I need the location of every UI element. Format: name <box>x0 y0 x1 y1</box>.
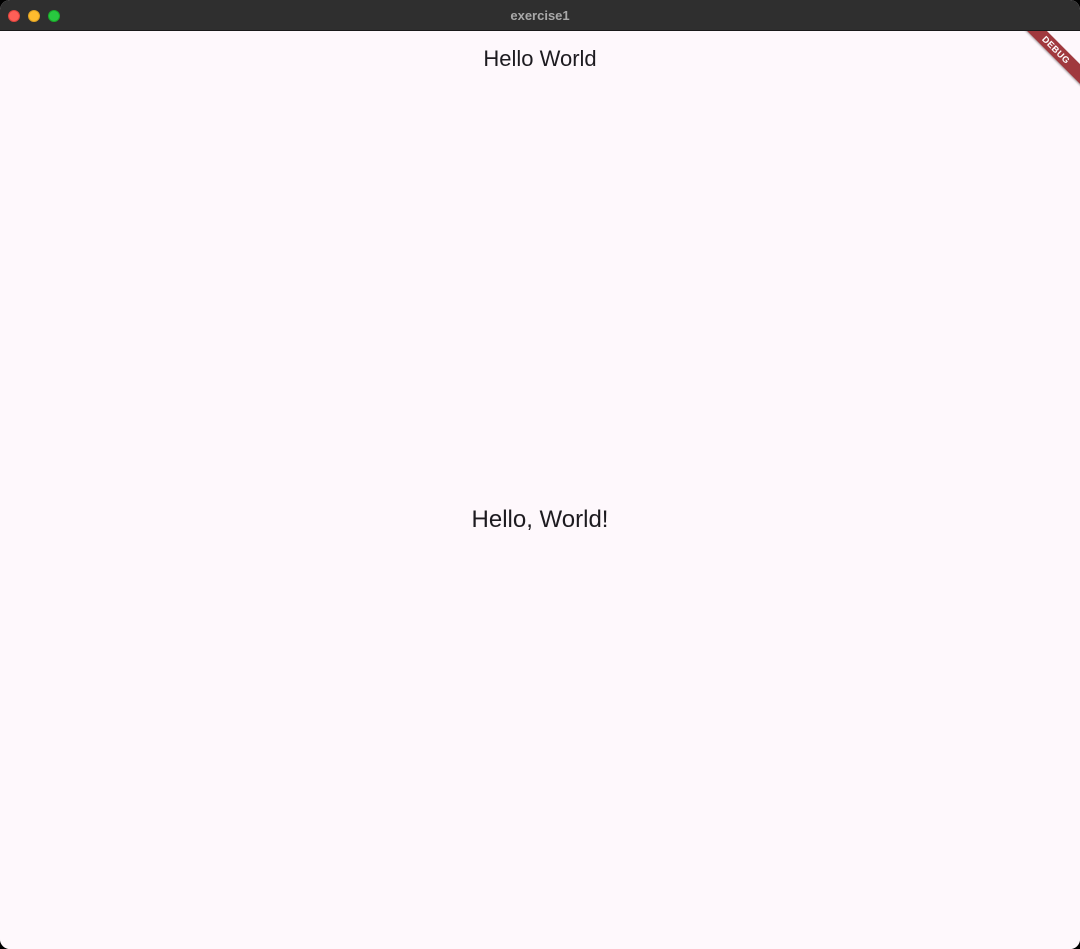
center-text: Hello, World! <box>471 506 609 533</box>
app-content: Hello World Hello, World! DEBUG <box>0 31 1080 949</box>
appbar-title: Hello World <box>483 46 597 71</box>
window-titlebar[interactable]: exercise1 <box>0 0 1080 31</box>
app-window: exercise1 Hello World Hello, World! DEBU… <box>0 0 1080 949</box>
window-title: exercise1 <box>510 8 570 23</box>
